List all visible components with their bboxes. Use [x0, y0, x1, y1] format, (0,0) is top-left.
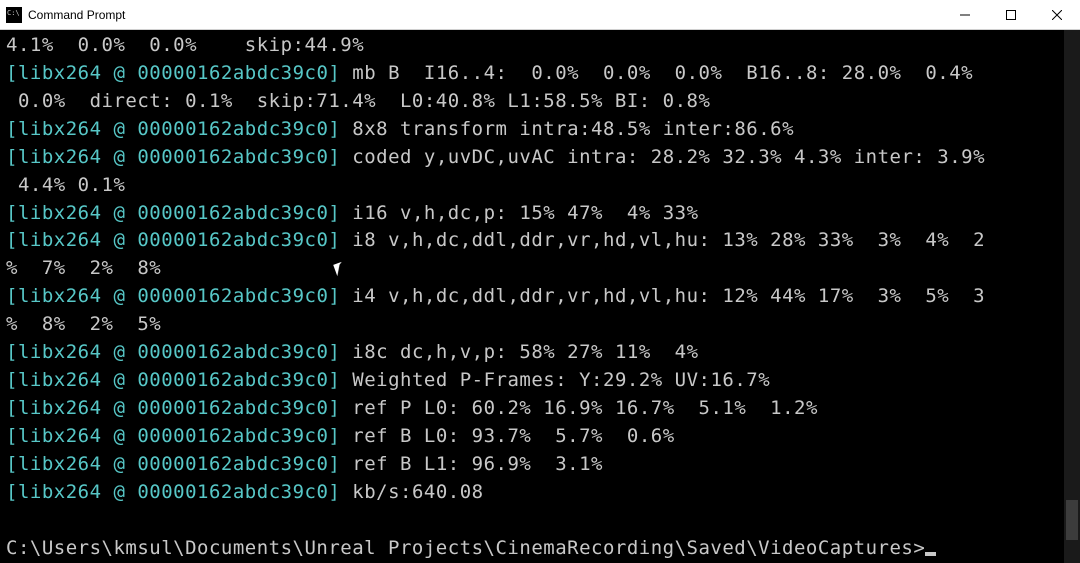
window-title: Command Prompt	[28, 8, 942, 22]
output-line: [libx264 @ 00000162abdc39c0] i8 v,h,dc,d…	[6, 227, 1058, 255]
scrollbar-track[interactable]	[1064, 30, 1080, 563]
output-line: [libx264 @ 00000162abdc39c0] ref B L0: 9…	[6, 423, 1058, 451]
output-line: [libx264 @ 00000162abdc39c0] i16 v,h,dc,…	[6, 200, 1058, 228]
output-line: 4.4% 0.1%	[6, 172, 1058, 200]
output-line: [libx264 @ 00000162abdc39c0] Weighted P-…	[6, 367, 1058, 395]
terminal-output[interactable]: 4.1% 0.0% 0.0% skip:44.9%[libx264 @ 0000…	[0, 30, 1064, 563]
output-line: % 7% 2% 8%	[6, 255, 1058, 283]
output-line: 0.0% direct: 0.1% skip:71.4% L0:40.8% L1…	[6, 88, 1058, 116]
output-line: [libx264 @ 00000162abdc39c0] coded y,uvD…	[6, 144, 1058, 172]
prompt-line[interactable]: C:\Users\kmsul\Documents\Unreal Projects…	[6, 535, 1058, 563]
minimize-button[interactable]	[942, 0, 988, 29]
cursor	[925, 552, 936, 556]
output-line: [libx264 @ 00000162abdc39c0] ref B L1: 9…	[6, 451, 1058, 479]
output-line: 4.1% 0.0% 0.0% skip:44.9%	[6, 32, 1058, 60]
output-line: [libx264 @ 00000162abdc39c0] i4 v,h,dc,d…	[6, 283, 1058, 311]
app-icon	[6, 7, 22, 23]
output-line: % 8% 2% 5%	[6, 311, 1058, 339]
output-line: [libx264 @ 00000162abdc39c0] mb B I16..4…	[6, 60, 1058, 88]
close-button[interactable]	[1034, 0, 1080, 29]
output-line: [libx264 @ 00000162abdc39c0] i8c dc,h,v,…	[6, 339, 1058, 367]
terminal-area: 4.1% 0.0% 0.0% skip:44.9%[libx264 @ 0000…	[0, 30, 1080, 563]
output-line: [libx264 @ 00000162abdc39c0] ref P L0: 6…	[6, 395, 1058, 423]
output-line: [libx264 @ 00000162abdc39c0] 8x8 transfo…	[6, 116, 1058, 144]
output-line: [libx264 @ 00000162abdc39c0] kb/s:640.08	[6, 479, 1058, 507]
window-controls	[942, 0, 1080, 29]
title-bar[interactable]: Command Prompt	[0, 0, 1080, 30]
command-prompt-window: Command Prompt 4.1% 0.0% 0.0% skip:44.9%…	[0, 0, 1080, 563]
scrollbar-thumb[interactable]	[1066, 500, 1078, 540]
maximize-button[interactable]	[988, 0, 1034, 29]
output-line	[6, 507, 1058, 535]
